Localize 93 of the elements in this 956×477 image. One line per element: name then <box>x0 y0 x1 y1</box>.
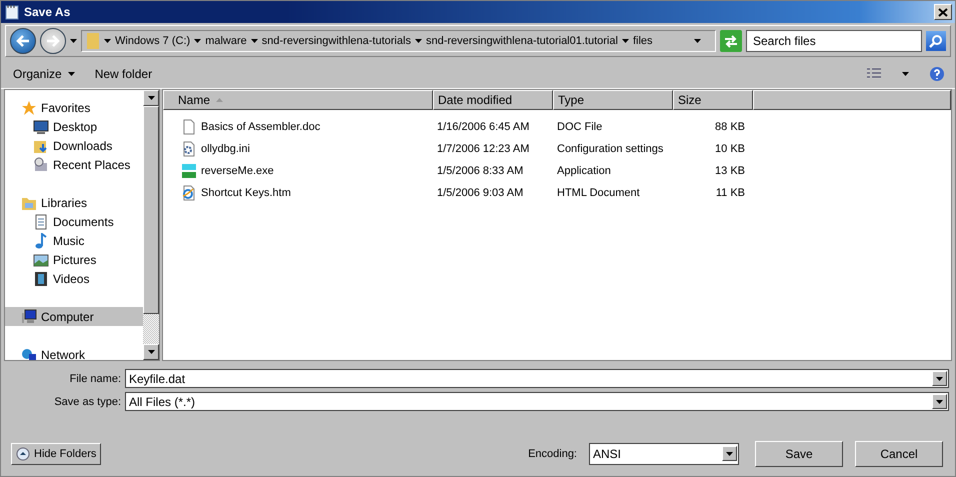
back-arrow-icon <box>16 35 30 47</box>
search-field[interactable]: Search files <box>746 30 922 52</box>
help-icon[interactable] <box>929 66 945 82</box>
monitor-icon <box>33 118 49 134</box>
separator-caret-icon <box>250 39 258 43</box>
history-caret-icon <box>70 39 77 43</box>
globe-icon <box>21 346 37 360</box>
refresh-icon[interactable] <box>720 30 742 52</box>
column-header[interactable]: Date modified <box>433 90 553 110</box>
file-name-field[interactable]: Keyfile.dat <box>125 369 949 388</box>
separator-caret-icon <box>622 39 629 43</box>
cancel-button[interactable]: Cancel <box>855 440 943 466</box>
date-cell-text: 1/5/2006 8:33 AM <box>436 165 524 177</box>
computer-icon <box>21 308 37 324</box>
separator-caret-icon <box>104 39 111 43</box>
field-label: File name: <box>68 372 122 384</box>
scroll-down-icon <box>148 350 154 354</box>
type-cell-text: DOC File <box>556 121 604 133</box>
file-name: Basics of Assembler.doc <box>200 121 320 133</box>
organize-button[interactable]: Organize <box>13 66 75 80</box>
close-button[interactable] <box>934 4 952 20</box>
size-cell-text: 11 KB <box>714 187 746 199</box>
breadcrumb[interactable]: snd-reversingwithlena-tutorials <box>262 35 411 47</box>
sidebar-item[interactable]: Favorites <box>5 98 143 117</box>
type-cell-text: Configuration settings <box>556 143 664 155</box>
breadcrumb[interactable]: Windows 7 (C:) <box>115 35 190 47</box>
close-icon <box>938 8 948 16</box>
encoding-dropdown[interactable]: ANSI <box>589 442 739 464</box>
column-header[interactable]: Name <box>163 90 433 110</box>
music-note-icon <box>33 232 49 248</box>
folder-icon <box>86 32 100 50</box>
sidebar-item[interactable]: Videos <box>5 269 143 288</box>
collapse-icon <box>16 446 30 460</box>
sidebar-item[interactable]: Documents <box>5 212 143 231</box>
film-icon <box>33 270 49 286</box>
encoding-label: Encoding: <box>528 448 578 460</box>
file-name: reverseMe.exe <box>200 165 274 177</box>
sidebar-item[interactable]: Computer <box>5 307 143 326</box>
notepad-icon <box>4 4 20 20</box>
field-label: Save as type: <box>53 396 122 408</box>
breadcrumb[interactable]: files <box>632 35 652 47</box>
caret-icon <box>68 72 75 76</box>
breadcrumb[interactable]: malware <box>205 35 247 47</box>
view-options-icon[interactable] <box>866 66 882 80</box>
size-cell-text: 10 KB <box>714 143 746 155</box>
new-folder-button[interactable]: New folder <box>94 66 152 80</box>
window-title: Save As <box>24 5 72 19</box>
file-name: ollydbg.ini <box>200 143 250 155</box>
forward-button[interactable] <box>40 28 66 54</box>
document-icon <box>33 214 49 230</box>
caret-icon <box>726 452 733 456</box>
address-bar[interactable]: Windows 7 (C:) malware snd-reversingwithlena-tutorials snd-reversingwithlena-tutorial01.tutorial files <box>81 30 716 52</box>
sidebar-item[interactable]: Libraries <box>5 193 143 212</box>
date-cell-text: 1/7/2006 12:23 AM <box>436 143 530 155</box>
sidebar-item[interactable]: Downloads <box>5 136 143 155</box>
back-button[interactable] <box>10 28 36 54</box>
sidebar-item[interactable]: Desktop <box>5 117 143 136</box>
view-caret-icon <box>902 72 909 76</box>
type-cell-text: HTML Document <box>556 187 641 199</box>
sidebar-item[interactable]: Pictures <box>5 250 143 269</box>
web-page-icon <box>181 185 197 201</box>
settings-file-icon <box>181 141 197 157</box>
date-cell-text: 1/16/2006 6:45 AM <box>436 121 530 133</box>
search-button[interactable] <box>926 31 946 51</box>
file-row[interactable]: Basics of Assembler.doc 1/16/2006 6:45 AM DOC File 88 KB <box>163 116 951 138</box>
caret-icon <box>936 400 943 404</box>
file-row[interactable]: Shortcut Keys.htm 1/5/2006 9:03 AM HTML Document 11 KB <box>163 182 951 204</box>
star-icon <box>21 100 37 116</box>
sidebar-item[interactable]: Music <box>5 231 143 250</box>
file-name: Shortcut Keys.htm <box>200 187 291 199</box>
column-header[interactable]: Size <box>673 90 753 110</box>
type-cell-text: Application <box>556 165 612 177</box>
picture-icon <box>33 252 49 268</box>
column-header[interactable]: Type <box>553 90 673 110</box>
size-cell-text: 13 KB <box>714 165 746 177</box>
file-type-dropdown[interactable]: All Files (*.*) <box>125 392 949 411</box>
scroll-bar[interactable] <box>143 90 159 360</box>
size-cell-text: 88 KB <box>714 121 746 133</box>
forward-arrow-icon <box>46 35 60 47</box>
breadcrumb[interactable]: snd-reversingwithlena-tutorial01.tutorial <box>426 35 618 47</box>
file-row[interactable]: ollydbg.ini 1/7/2006 12:23 AM Configuration settings 10 KB <box>163 138 951 160</box>
sidebar-item[interactable]: Network <box>5 345 143 360</box>
separator-caret-icon <box>414 39 422 43</box>
document-icon <box>181 119 197 135</box>
save-button[interactable]: Save <box>755 440 843 466</box>
date-cell-text: 1/5/2006 9:03 AM <box>436 187 524 199</box>
application-icon <box>181 163 197 179</box>
caret-icon <box>936 376 943 380</box>
hide-folders-button[interactable]: Hide Folders <box>11 442 102 464</box>
dropdown-caret-icon <box>694 39 701 43</box>
sidebar-item[interactable]: Recent Places <box>5 155 143 174</box>
separator-caret-icon <box>194 39 202 43</box>
file-row[interactable]: reverseMe.exe 1/5/2006 8:33 AM Application 13 KB <box>163 160 951 182</box>
